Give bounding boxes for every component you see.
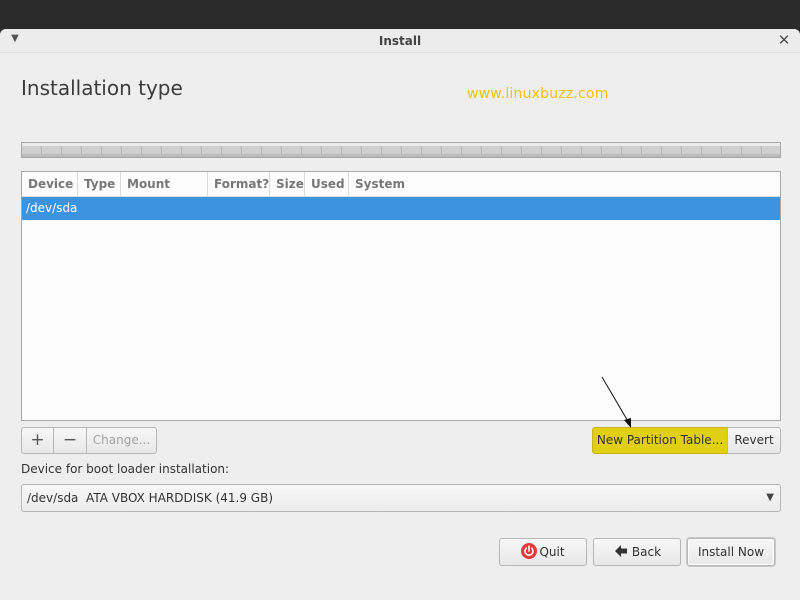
arrow-left-icon [614,545,627,557]
close-icon[interactable]: ✕ [776,31,792,49]
column-header-device[interactable]: Device [22,172,78,197]
install-now-button[interactable]: Install Now [687,538,775,566]
power-icon [521,543,538,559]
titlebar: ▼ Install ✕ [0,29,800,53]
table-header: Device Type Mount point Format? Size Use… [22,172,780,215]
new-partition-table-button[interactable]: New Partition Table... [592,427,728,454]
add-partition-button[interactable]: + [21,427,54,454]
row-device: /dev/sda [26,201,78,215]
revert-button[interactable]: Revert [727,427,781,454]
column-header-mount-point[interactable]: Mount point [121,172,208,215]
back-button[interactable]: Back [593,538,681,566]
change-partition-button[interactable]: Change... [86,427,157,454]
installer-window: ▼ Install ✕ Installation type www.linuxb… [0,29,800,600]
disk-usage-bar [21,142,781,158]
column-header-system[interactable]: System [349,172,429,197]
column-header-format[interactable]: Format? [208,172,270,197]
remove-partition-button[interactable]: − [53,427,87,454]
partition-table[interactable]: Device Type Mount point Format? Size Use… [21,171,781,421]
desktop-top-panel [0,0,800,29]
partition-toolbar: + − Change... [21,427,157,454]
page-title: Installation type [21,76,183,100]
table-row[interactable]: /dev/sda [22,197,780,220]
window-title: Install [378,34,422,48]
column-header-size[interactable]: Size [270,172,305,197]
caret-down-icon: ▼ [766,492,774,503]
watermark: www.linuxbuzz.com [467,86,609,102]
quit-label: Quit [539,545,565,559]
back-label: Back [631,545,662,559]
column-header-type[interactable]: Type [78,172,121,197]
quit-button[interactable]: Quit [499,538,587,566]
column-header-used[interactable]: Used [305,172,349,197]
boot-loader-label: Device for boot loader installation: [21,462,230,476]
boot-loader-device-select[interactable]: /dev/sda ATA VBOX HARDDISK (41.9 GB) ▼ [21,484,781,512]
boot-loader-selected-value: /dev/sda ATA VBOX HARDDISK (41.9 GB) [27,491,273,505]
